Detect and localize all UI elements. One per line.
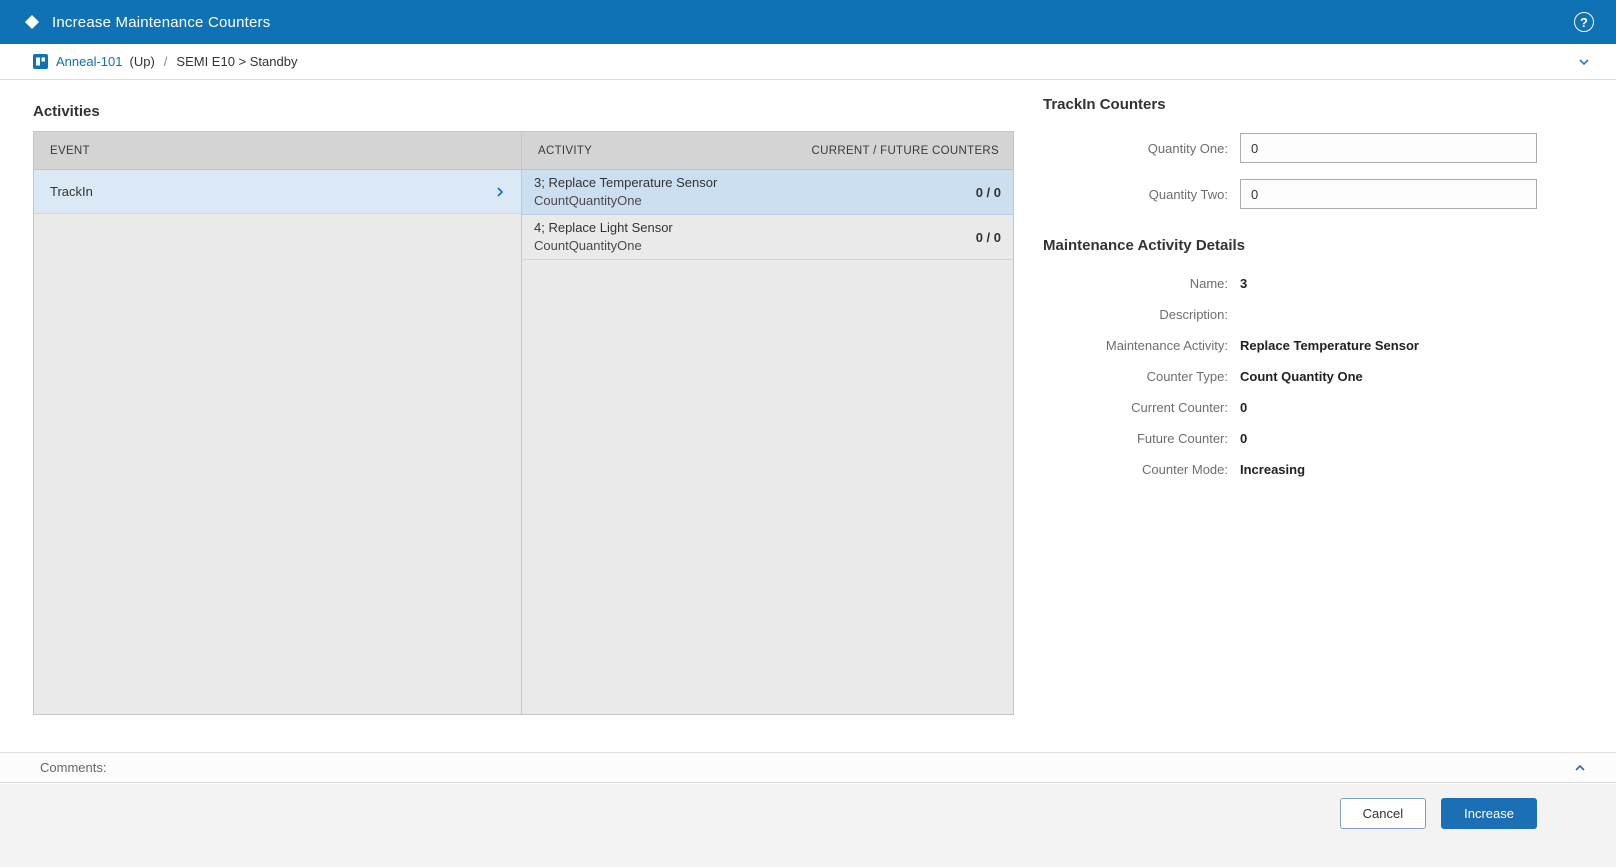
detail-label: Counter Mode: [1142,462,1228,477]
detail-label: Current Counter: [1131,400,1228,415]
activity-counter-type: CountQuantityOne [534,193,642,208]
dialog-footer: Cancel Increase [0,784,1616,867]
activity-row-text: 3; Replace Temperature Sensor CountQuant… [534,174,717,210]
detail-row-maintenance-activity: Maintenance Activity: Replace Temperatur… [1043,336,1543,355]
activity-name: 4; Replace Light Sensor [534,220,673,235]
quantity-two-row: Quantity Two: [1043,179,1543,209]
detail-label: Future Counter: [1136,431,1228,446]
detail-value: Replace Temperature Sensor [1240,338,1419,353]
detail-label: Description: [1159,307,1228,322]
comments-section[interactable]: Comments: [0,752,1616,783]
activity-row-text: 4; Replace Light Sensor CountQuantityOne [534,219,673,255]
activities-section-title: Activities [33,103,100,120]
activity-name: 3; Replace Temperature Sensor [534,175,718,190]
increase-maintenance-counters-dialog: Increase Maintenance Counters ? Anneal-1… [0,0,1616,867]
activity-column-header: ACTIVITY CURRENT / FUTURE COUNTERS [522,132,1013,170]
detail-label: Maintenance Activity: [1105,338,1228,353]
quantity-two-label: Quantity Two: [1148,186,1228,202]
chevron-up-icon[interactable] [1572,760,1588,776]
increase-button[interactable]: Increase [1441,798,1537,829]
details-panel: TrackIn Counters Quantity One: Quantity … [1043,96,1543,491]
activity-row[interactable]: 4; Replace Light Sensor CountQuantityOne… [522,215,1013,260]
diamond-icon [24,14,40,30]
detail-row-name: Name: 3 [1043,274,1543,293]
event-row-trackin[interactable]: TrackIn [34,170,521,214]
detail-row-description: Description: [1043,305,1543,324]
quantity-one-row: Quantity One: [1043,133,1543,163]
page-title: Increase Maintenance Counters [52,13,271,31]
activity-header-label: ACTIVITY [538,144,593,157]
activity-row[interactable]: 3; Replace Temperature Sensor CountQuant… [522,170,1013,215]
activity-counters-value: 0 / 0 [975,229,1001,245]
event-row-label: TrackIn [50,184,93,199]
detail-row-current-counter: Current Counter: 0 [1043,398,1543,417]
trackin-counters-title: TrackIn Counters [1043,96,1166,113]
quantity-one-input[interactable] [1240,133,1537,163]
detail-row-counter-type: Counter Type: Count Quantity One [1043,367,1543,386]
detail-value: 0 [1240,431,1248,446]
event-column: EVENT TrackIn [34,132,522,714]
detail-value: Count Quantity One [1240,369,1363,384]
chevron-down-icon[interactable] [1576,54,1592,70]
detail-label: Name: [1189,276,1228,291]
comments-label: Comments: [40,760,107,775]
breadcrumb-separator: / [163,54,168,69]
event-header-label: EVENT [50,144,90,157]
cancel-button[interactable]: Cancel [1339,798,1427,829]
counters-header-label: CURRENT / FUTURE COUNTERS [811,144,999,157]
detail-value: 3 [1240,276,1248,291]
activity-column: ACTIVITY CURRENT / FUTURE COUNTERS 3; Re… [522,132,1013,714]
breadcrumb-up-link[interactable]: (Up) [130,54,155,69]
resource-icon [33,54,48,69]
detail-value: Increasing [1240,462,1306,477]
detail-value: 0 [1240,400,1248,415]
breadcrumb: Anneal-101 (Up) / SEMI E10 > Standby [0,44,1616,80]
chevron-right-icon [493,185,507,199]
detail-label: Counter Type: [1146,369,1228,384]
activities-table: EVENT TrackIn ACTIVITY CURRENT / FUTURE … [33,131,1014,715]
activity-counters-value: 0 / 0 [975,184,1001,200]
quantity-two-input[interactable] [1240,179,1537,209]
breadcrumb-state: SEMI E10 > Standby [176,54,298,69]
detail-row-counter-mode: Counter Mode: Increasing [1043,460,1543,479]
quantity-one-label: Quantity One: [1147,140,1228,156]
detail-row-future-counter: Future Counter: 0 [1043,429,1543,448]
event-column-header: EVENT [34,132,521,170]
breadcrumb-resource-link[interactable]: Anneal-101 [56,54,123,69]
activity-counter-type: CountQuantityOne [534,238,642,253]
title-bar: Increase Maintenance Counters ? [0,0,1616,44]
help-icon[interactable]: ? [1574,12,1594,32]
maintenance-details-title: Maintenance Activity Details [1043,237,1246,254]
